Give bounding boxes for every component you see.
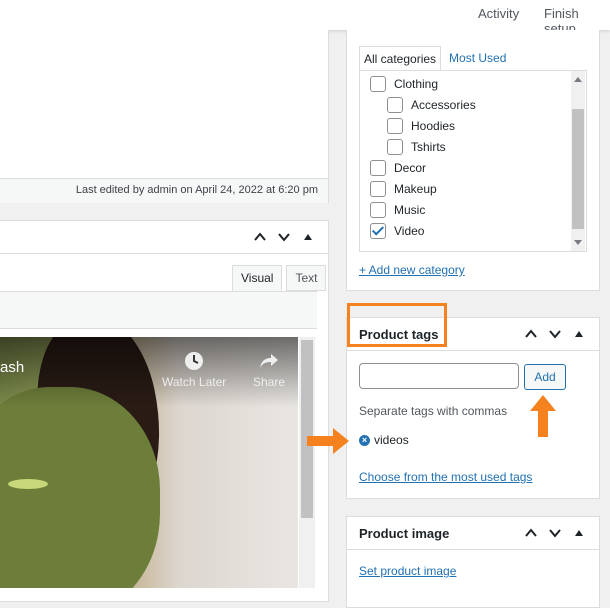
- checkbox[interactable]: [370, 76, 386, 92]
- move-down-icon[interactable]: [543, 521, 567, 545]
- category-scrollbar[interactable]: [571, 71, 585, 251]
- editor-toolbar: [0, 291, 317, 329]
- toggle-panel-icon[interactable]: [567, 322, 591, 346]
- editor-content-box: Last edited by admin on April 24, 2022 a…: [0, 30, 329, 203]
- tags-hint: Separate tags with commas: [359, 404, 508, 418]
- move-up-icon[interactable]: [519, 322, 543, 346]
- share-label: Share: [253, 375, 286, 389]
- annotation-arrow-right-icon: [307, 428, 349, 454]
- category-item-hoodies[interactable]: Hoodies: [387, 118, 455, 134]
- share-button[interactable]: Share: [253, 351, 285, 389]
- checkbox[interactable]: [387, 97, 403, 113]
- product-image-box: Product image Set product image: [346, 516, 600, 608]
- product-image-title: Product image: [359, 526, 450, 541]
- last-edited-bar: Last edited by admin on April 24, 2022 a…: [0, 178, 328, 203]
- remove-tag-icon[interactable]: ×: [359, 434, 370, 446]
- checkbox[interactable]: [370, 181, 386, 197]
- most-used-tags-link[interactable]: Choose from the most used tags: [359, 470, 532, 484]
- checkbox[interactable]: [370, 202, 386, 218]
- toggle-panel-icon[interactable]: [567, 521, 591, 545]
- scroll-up-icon[interactable]: [574, 77, 582, 82]
- embedded-video[interactable]: ash Watch Later Share: [0, 337, 298, 588]
- category-item-makeup[interactable]: Makeup: [370, 181, 437, 197]
- activity-button[interactable]: Activity: [478, 6, 519, 21]
- share-icon: [260, 354, 279, 368]
- tag-label: videos: [374, 433, 409, 447]
- category-item-music[interactable]: Music: [370, 202, 425, 218]
- category-item-tshirts[interactable]: Tshirts: [387, 139, 446, 155]
- tab-text[interactable]: Text: [286, 265, 327, 291]
- toggle-panel-icon[interactable]: [296, 225, 320, 249]
- move-down-icon[interactable]: [543, 322, 567, 346]
- tab-all-categories[interactable]: All categories: [359, 46, 442, 71]
- category-checklist: Clothing Accessories Hoodies Tshirts Dec…: [359, 70, 587, 252]
- checkbox[interactable]: [387, 139, 403, 155]
- move-up-icon[interactable]: [519, 521, 543, 545]
- video-title[interactable]: ash: [0, 359, 24, 376]
- checkbox[interactable]: [370, 160, 386, 176]
- add-tag-button[interactable]: Add: [524, 364, 566, 390]
- category-item-video[interactable]: Video: [370, 223, 424, 239]
- scroll-down-icon[interactable]: [574, 240, 582, 245]
- set-product-image-link[interactable]: Set product image: [359, 564, 456, 578]
- category-item-decor[interactable]: Decor: [370, 160, 426, 176]
- move-down-icon[interactable]: [272, 225, 296, 249]
- move-up-icon[interactable]: [248, 225, 272, 249]
- add-new-category-link[interactable]: + Add new category: [359, 263, 465, 277]
- watch-later-label: Watch Later: [162, 375, 227, 389]
- watch-later-button[interactable]: Watch Later: [162, 351, 226, 389]
- annotation-highlight-rectangle: [347, 303, 447, 347]
- activity-label: Activity: [478, 6, 520, 21]
- category-item-accessories[interactable]: Accessories: [387, 97, 476, 113]
- tab-most-used[interactable]: Most Used: [441, 46, 510, 71]
- product-image-header: Product image: [347, 517, 599, 550]
- new-tag-input[interactable]: [359, 363, 519, 389]
- checkbox[interactable]: [387, 118, 403, 134]
- category-scrollbar-thumb[interactable]: [572, 109, 584, 229]
- admin-topbar: Activity Finish setup: [0, 0, 610, 36]
- category-item-clothing[interactable]: Clothing: [370, 76, 438, 92]
- tab-visual[interactable]: Visual: [232, 265, 283, 291]
- annotation-arrow-up-icon: [530, 395, 556, 437]
- checkbox-checked[interactable]: [370, 223, 386, 239]
- last-edited-text: Last edited by admin on April 24, 2022 a…: [75, 184, 318, 196]
- product-categories-box: All categories Most Used Clothing Access…: [346, 30, 600, 291]
- clock-icon: [185, 352, 204, 370]
- tag-item: × videos: [359, 433, 409, 447]
- description-box-header: [0, 221, 328, 254]
